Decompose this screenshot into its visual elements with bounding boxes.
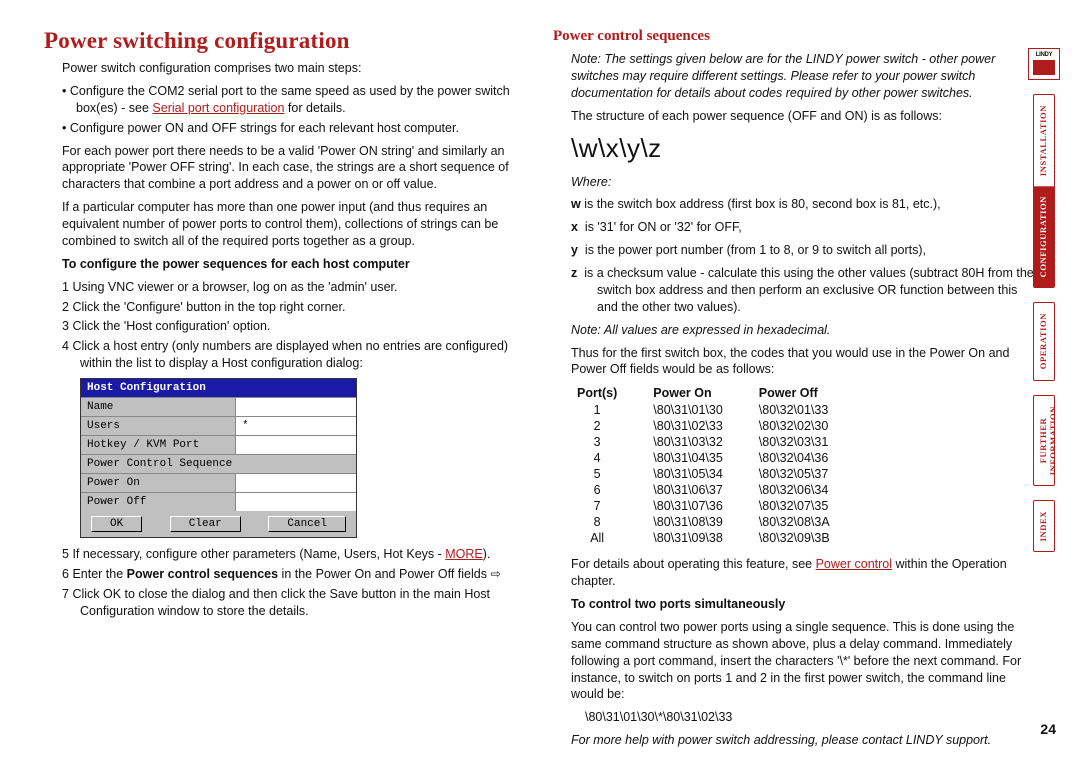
table-row: 3\80\31\03\32\80\32\03\31 xyxy=(571,434,860,450)
cell-off: \80\32\03\31 xyxy=(753,434,860,450)
table-row: 5\80\31\05\34\80\32\05\37 xyxy=(571,466,860,482)
nav-configuration[interactable]: CONFIGURATION xyxy=(1034,186,1054,287)
th-ports: Port(s) xyxy=(571,384,647,402)
step-item: If necessary, configure other parameters… xyxy=(62,546,531,563)
step-item: Click a host entry (only numbers are dis… xyxy=(62,338,531,372)
note-text: Note: The settings given below are for t… xyxy=(553,51,1040,102)
body-text: If a particular computer has more than o… xyxy=(44,199,531,250)
th-on: Power On xyxy=(647,384,753,402)
cell-on: \80\31\02\33 xyxy=(647,418,753,434)
table-row: 2\80\31\02\33\80\32\02\30 xyxy=(571,418,860,434)
table-row: 6\80\31\06\37\80\32\06\34 xyxy=(571,482,860,498)
body-text: For each power port there needs to be a … xyxy=(44,143,531,194)
cell-port: 3 xyxy=(571,434,647,450)
step-item: Click the 'Configure' button in the top … xyxy=(62,299,531,316)
dlg-ok-button[interactable]: OK xyxy=(91,516,142,532)
where-label: Where: xyxy=(571,175,611,189)
host-config-dialog: Host Configuration Name Users* Hotkey / … xyxy=(80,378,357,538)
nav-operation[interactable]: OPERATION xyxy=(1034,303,1054,379)
dlg-label: Power Control Sequence xyxy=(81,455,356,473)
sequence-pattern: \w\x\y\z xyxy=(553,133,1040,164)
subhead: To control two ports simultaneously xyxy=(571,597,785,611)
nav-index[interactable]: INDEX xyxy=(1034,501,1054,551)
section-title: Power control sequences xyxy=(553,28,1040,45)
cell-port: 5 xyxy=(571,466,647,482)
body-text: You can control two power ports using a … xyxy=(553,619,1040,703)
body-text: For details about operating this feature… xyxy=(553,556,1040,590)
intro-text: Power switch configuration comprises two… xyxy=(44,60,531,77)
support-note: For more help with power switch addressi… xyxy=(553,732,1040,749)
nav-further-info[interactable]: FURTHER INFORMATION xyxy=(1034,396,1054,485)
cell-port: 1 xyxy=(571,402,647,418)
power-control-link[interactable]: Power control xyxy=(816,557,892,571)
table-row: 4\80\31\04\35\80\32\04\36 xyxy=(571,450,860,466)
example-code: \80\31\01\30\*\80\31\02\33 xyxy=(553,709,1040,726)
cell-port: 4 xyxy=(571,450,647,466)
subhead: To configure the power sequences for eac… xyxy=(62,257,410,271)
step-item: Click OK to close the dialog and then cl… xyxy=(62,586,531,620)
table-row: 7\80\31\07\36\80\32\07\35 xyxy=(571,498,860,514)
page-title: Power switching configuration xyxy=(44,28,531,54)
cell-on: \80\31\06\37 xyxy=(647,482,753,498)
dlg-hotkey-field[interactable] xyxy=(235,436,356,454)
lindy-logo xyxy=(1028,48,1060,80)
cell-on: \80\31\05\34 xyxy=(647,466,753,482)
dlg-poweroff-field[interactable] xyxy=(235,493,356,511)
body-text: The structure of each power sequence (OF… xyxy=(553,108,1040,125)
cell-port: All xyxy=(571,530,647,546)
dlg-label: Users xyxy=(81,417,235,435)
cell-off: \80\32\04\36 xyxy=(753,450,860,466)
dlg-cancel-button[interactable]: Cancel xyxy=(268,516,346,532)
def-w: w is the switch box address (first box i… xyxy=(571,196,1040,213)
dlg-label: Name xyxy=(81,398,235,416)
cell-on: \80\31\04\35 xyxy=(647,450,753,466)
page-number: 24 xyxy=(1040,721,1056,737)
def-y: y is the power port number (from 1 to 8,… xyxy=(571,242,1040,259)
bullet-item: Configure power ON and OFF strings for e… xyxy=(62,120,531,137)
cell-off: \80\32\02\30 xyxy=(753,418,860,434)
cell-port: 8 xyxy=(571,514,647,530)
dlg-poweron-field[interactable] xyxy=(235,474,356,492)
cell-port: 6 xyxy=(571,482,647,498)
cell-on: \80\31\08\39 xyxy=(647,514,753,530)
step-item: Enter the Power control sequences in the… xyxy=(62,566,531,583)
dlg-label: Power Off xyxy=(81,493,235,511)
dlg-label: Hotkey / KVM Port xyxy=(81,436,235,454)
cell-off: \80\32\01\33 xyxy=(753,402,860,418)
th-off: Power Off xyxy=(753,384,860,402)
nav-installation[interactable]: INSTALLATION xyxy=(1034,95,1054,186)
cell-off: \80\32\07\35 xyxy=(753,498,860,514)
table-row: All\80\31\09\38\80\32\09\3B xyxy=(571,530,860,546)
step-item: Using VNC viewer or a browser, log on as… xyxy=(62,279,531,296)
body-text: Thus for the first switch box, the codes… xyxy=(553,345,1040,379)
dlg-name-field[interactable] xyxy=(235,398,356,416)
cell-on: \80\31\07\36 xyxy=(647,498,753,514)
power-codes-table: Port(s)Power OnPower Off 1\80\31\01\30\8… xyxy=(571,384,860,546)
cell-port: 7 xyxy=(571,498,647,514)
side-nav: INSTALLATION CONFIGURATION OPERATION FUR… xyxy=(1032,48,1056,552)
cell-off: \80\32\09\3B xyxy=(753,530,860,546)
dlg-users-field[interactable]: * xyxy=(235,417,356,435)
cell-port: 2 xyxy=(571,418,647,434)
cell-on: \80\31\09\38 xyxy=(647,530,753,546)
cell-on: \80\31\01\30 xyxy=(647,402,753,418)
dialog-title: Host Configuration xyxy=(81,379,356,397)
table-row: 1\80\31\01\30\80\32\01\33 xyxy=(571,402,860,418)
note-text: Note: All values are expressed in hexade… xyxy=(553,322,1040,339)
serial-port-link[interactable]: Serial port configuration xyxy=(152,101,284,115)
table-row: 8\80\31\08\39\80\32\08\3A xyxy=(571,514,860,530)
step-item: Click the 'Host configuration' option. xyxy=(62,318,531,335)
more-link[interactable]: MORE xyxy=(445,547,483,561)
dlg-label: Power On xyxy=(81,474,235,492)
def-z: z is a checksum value - calculate this u… xyxy=(571,265,1040,316)
cell-off: \80\32\05\37 xyxy=(753,466,860,482)
cell-off: \80\32\06\34 xyxy=(753,482,860,498)
cell-on: \80\31\03\32 xyxy=(647,434,753,450)
def-x: x is '31' for ON or '32' for OFF, xyxy=(571,219,1040,236)
dlg-clear-button[interactable]: Clear xyxy=(170,516,241,532)
cell-off: \80\32\08\3A xyxy=(753,514,860,530)
bullet-item: Configure the COM2 serial port to the sa… xyxy=(62,83,531,117)
